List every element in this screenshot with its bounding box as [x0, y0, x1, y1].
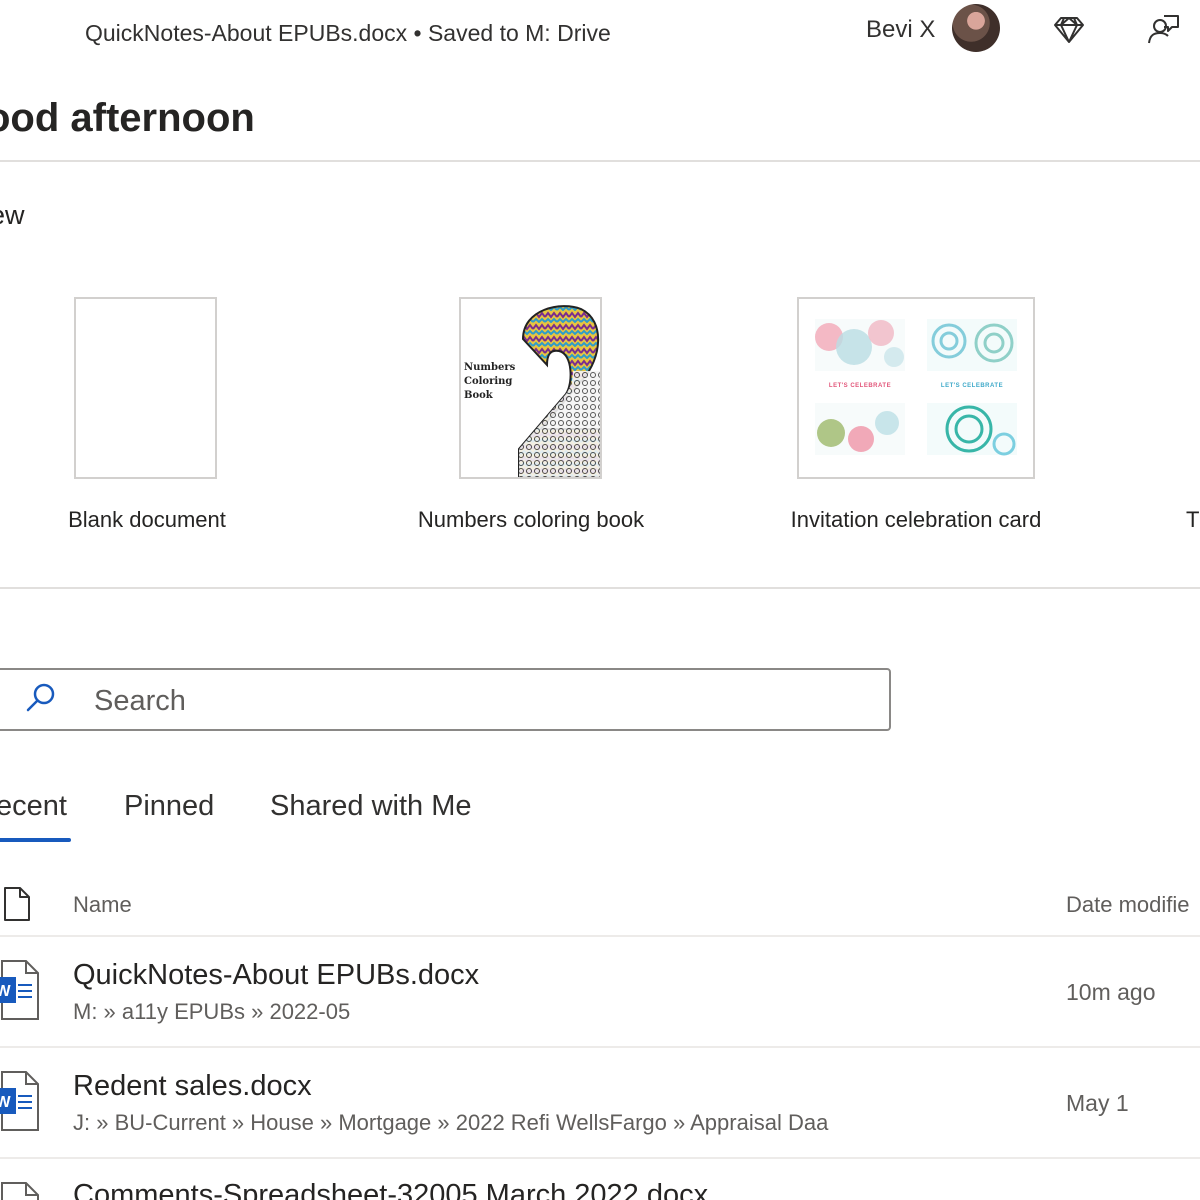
table-row[interactable]: W Redent sales.docx J: » BU-Current » Ho…: [0, 1048, 1200, 1157]
feedback-icon[interactable]: [1146, 12, 1180, 46]
search-icon: [26, 683, 55, 712]
template-coloring-book-label[interactable]: Numbers coloring book: [380, 507, 682, 533]
search-input[interactable]: [94, 682, 854, 720]
file-path: M: » a11y EPUBs » 2022-05: [73, 999, 351, 1024]
word-icon: W: [0, 1071, 39, 1131]
coloring-book-thumb-text: Numbers Coloring Book: [464, 362, 516, 401]
templates-divider: [0, 587, 1200, 589]
diamond-icon[interactable]: [1052, 12, 1086, 46]
svg-text:W: W: [0, 1094, 11, 1111]
document-title: QuickNotes-About EPUBs.docx • Saved to M…: [85, 20, 611, 46]
user-name[interactable]: Bevi X: [866, 16, 935, 44]
file-name: Redent sales.docx: [73, 1070, 312, 1102]
file-name: QuickNotes-About EPUBs.docx: [73, 959, 480, 991]
template-fourth-label[interactable]: Tr: [1186, 507, 1200, 533]
avatar[interactable]: [952, 4, 1000, 52]
tab-pinned[interactable]: Pinned: [124, 790, 214, 823]
new-section-label: ew: [0, 200, 25, 230]
header-divider: [0, 160, 1200, 162]
column-header-name[interactable]: Name: [73, 892, 132, 918]
table-row[interactable]: W QuickNotes-About EPUBs.docx M: » a11y …: [0, 937, 1200, 1046]
file-date: May 1: [1066, 1090, 1129, 1116]
template-blank-label[interactable]: Blank document: [40, 507, 254, 533]
invitation-card-text-right: LET'S CELEBRATE: [940, 383, 1004, 389]
tab-recent[interactable]: ecent: [0, 790, 67, 823]
word-icon: W: [0, 960, 39, 1020]
invitation-card-text-left: LET'S CELEBRATE: [828, 383, 892, 389]
greeting-heading: ood afternoon: [0, 96, 255, 140]
template-invitation-thumbnail[interactable]: LET'S CELEBRATE LET'S CELEBRATE: [797, 297, 1035, 479]
tab-recent-underline: [0, 838, 71, 842]
column-header-date[interactable]: Date modifie: [1066, 892, 1190, 918]
word-icon: [1, 1182, 39, 1200]
file-date: 10m ago: [1066, 979, 1156, 1005]
template-invitation-label[interactable]: Invitation celebration card: [766, 507, 1066, 533]
tab-shared-with-me[interactable]: Shared with Me: [270, 790, 472, 823]
svg-text:W: W: [0, 983, 11, 1000]
template-coloring-book-thumbnail[interactable]: Numbers Coloring Book: [459, 297, 602, 479]
file-icon: [4, 887, 30, 921]
file-path: J: » BU-Current » House » Mortgage » 202…: [73, 1110, 829, 1135]
file-name: Comments-Spreadsheet-32005 March 2022.do…: [73, 1179, 709, 1200]
table-row[interactable]: Comments-Spreadsheet-32005 March 2022.do…: [0, 1159, 1200, 1200]
template-blank-thumbnail[interactable]: [74, 297, 217, 479]
